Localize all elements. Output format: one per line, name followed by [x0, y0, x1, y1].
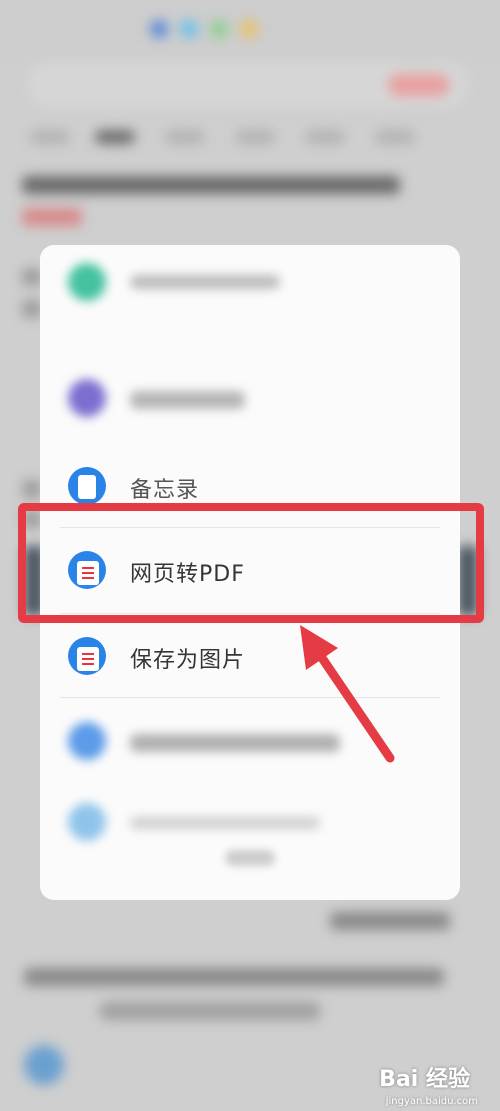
watermark-site: jingyan.baidu.com: [385, 1096, 478, 1107]
watermark-brand: Bai 经验: [379, 1067, 470, 1092]
annotation-arrow: [300, 625, 395, 763]
